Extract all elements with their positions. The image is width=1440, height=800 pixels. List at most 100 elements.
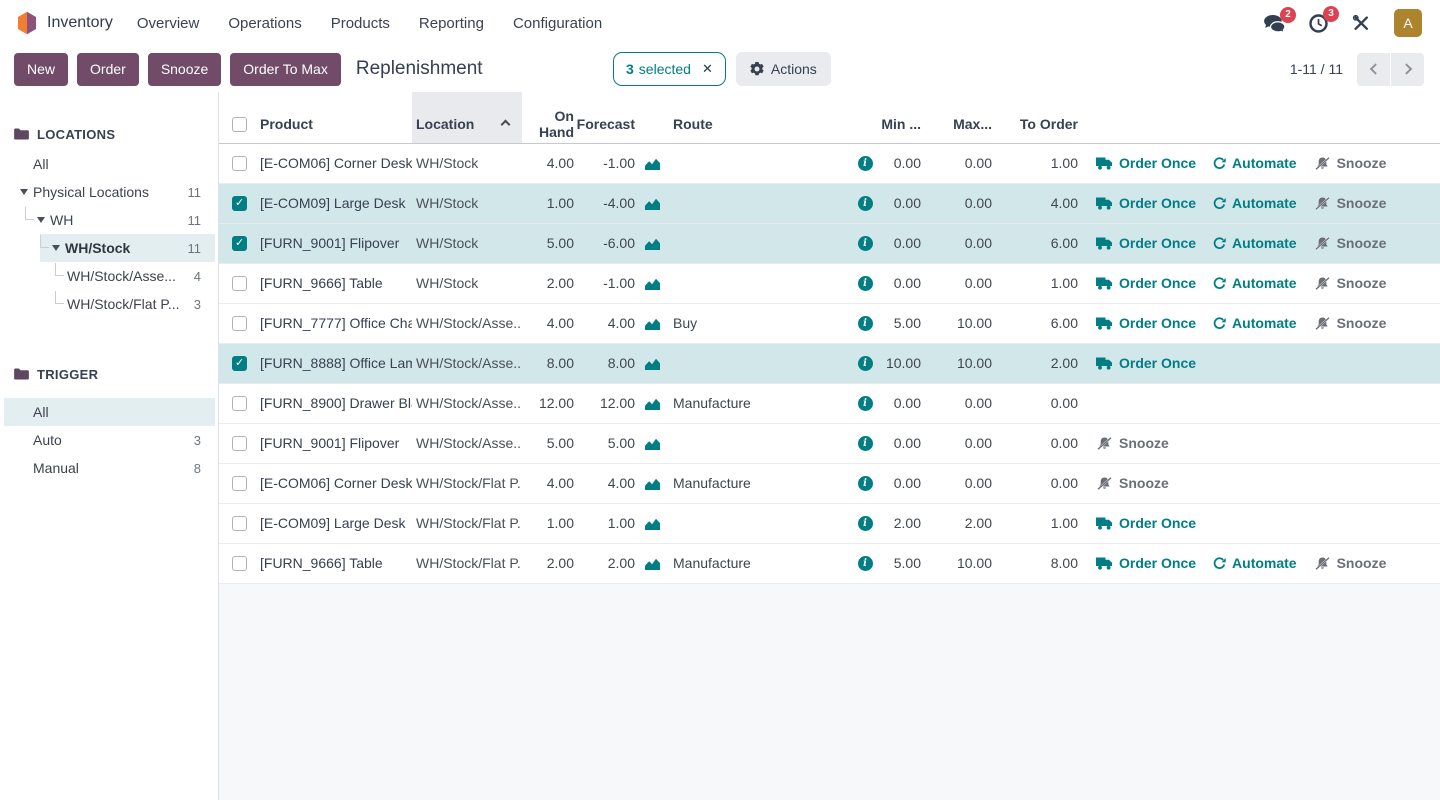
max-quantity-cell[interactable]: 0.00 — [923, 463, 994, 503]
snooze-button[interactable]: Snooze — [1314, 195, 1387, 211]
forecast-chart-icon[interactable] — [645, 518, 660, 530]
info-icon[interactable] — [858, 516, 873, 531]
table-row[interactable]: [FURN_9001] Flipover WH/Stock 5.00 -6.00… — [219, 223, 1440, 263]
snooze-button[interactable]: Snooze — [1314, 275, 1387, 291]
table-row[interactable]: [E-COM06] Corner Desk ... WH/Stock/Flat … — [219, 463, 1440, 503]
min-quantity-cell[interactable]: 5.00 — [880, 543, 923, 583]
clear-selection-button[interactable]: ✕ — [702, 61, 713, 77]
order-once-button[interactable]: Order Once — [1096, 195, 1196, 211]
order-once-button[interactable]: Order Once — [1096, 155, 1196, 171]
automate-button[interactable]: Automate — [1213, 315, 1297, 331]
caret-down-icon[interactable] — [37, 217, 45, 223]
snooze-button[interactable]: Snooze — [1314, 235, 1387, 251]
to-order-cell[interactable]: 1.00 — [994, 263, 1080, 303]
table-row[interactable]: [FURN_7777] Office Chair WH/Stock/Asse..… — [219, 303, 1440, 343]
order-once-button[interactable]: Order Once — [1096, 555, 1196, 571]
info-icon[interactable] — [858, 316, 873, 331]
product-cell[interactable]: [FURN_9666] Table — [255, 543, 412, 583]
column-header-max[interactable]: Max... — [923, 92, 994, 143]
sidebar-tree-item[interactable]: WH/Stock 11 — [40, 234, 215, 262]
to-order-cell[interactable]: 1.00 — [994, 143, 1080, 183]
min-quantity-cell[interactable]: 0.00 — [880, 223, 923, 263]
to-order-cell[interactable]: 4.00 — [994, 183, 1080, 223]
pager-previous-button[interactable] — [1357, 53, 1390, 86]
min-quantity-cell[interactable]: 0.00 — [880, 383, 923, 423]
max-quantity-cell[interactable]: 0.00 — [923, 183, 994, 223]
info-icon[interactable] — [858, 236, 873, 251]
product-cell[interactable]: [FURN_8888] Office Lamp — [255, 343, 412, 383]
forecast-chart-icon[interactable] — [645, 238, 660, 250]
product-cell[interactable]: [FURN_9001] Flipover — [255, 223, 412, 263]
info-icon[interactable] — [858, 356, 873, 371]
info-icon[interactable] — [858, 476, 873, 491]
row-checkbox[interactable] — [232, 556, 247, 571]
nav-menu-item[interactable]: Reporting — [419, 15, 484, 32]
nav-menu-item[interactable]: Configuration — [513, 15, 602, 32]
to-order-cell[interactable]: 6.00 — [994, 303, 1080, 343]
pager-next-button[interactable] — [1391, 53, 1424, 86]
max-quantity-cell[interactable]: 0.00 — [923, 383, 994, 423]
product-cell[interactable]: [E-COM09] Large Desk — [255, 183, 412, 223]
nav-menu-item[interactable]: Operations — [228, 15, 301, 32]
caret-down-icon[interactable] — [52, 245, 60, 251]
order-to-max-button[interactable]: Order To Max — [230, 53, 341, 86]
table-row[interactable]: [FURN_9666] Table WH/Stock 2.00 -1.00 0.… — [219, 263, 1440, 303]
automate-button[interactable]: Automate — [1213, 155, 1297, 171]
row-checkbox[interactable] — [232, 356, 247, 371]
automate-button[interactable]: Automate — [1213, 275, 1297, 291]
sidebar-tree-item[interactable]: Physical Locations 11 — [20, 178, 215, 206]
max-quantity-cell[interactable]: 0.00 — [923, 223, 994, 263]
sidebar-tree-item[interactable]: All — [4, 398, 215, 426]
to-order-cell[interactable]: 1.00 — [994, 503, 1080, 543]
product-cell[interactable]: [E-COM09] Large Desk — [255, 503, 412, 543]
row-checkbox[interactable] — [232, 276, 247, 291]
row-checkbox[interactable] — [232, 316, 247, 331]
table-row[interactable]: [FURN_8888] Office Lamp WH/Stock/Asse...… — [219, 343, 1440, 383]
nav-menu-item[interactable]: Products — [331, 15, 390, 32]
row-checkbox[interactable] — [232, 396, 247, 411]
column-header-on-hand[interactable]: On Hand — [522, 92, 576, 143]
forecast-chart-icon[interactable] — [645, 438, 660, 450]
sidebar-tree-item[interactable]: WH/Stock/Asse... 4 — [55, 262, 215, 290]
activities-button[interactable]: 3 — [1309, 14, 1328, 33]
column-header-min[interactable]: Min ... — [880, 92, 923, 143]
info-icon[interactable] — [858, 276, 873, 291]
to-order-cell[interactable]: 0.00 — [994, 423, 1080, 463]
automate-button[interactable]: Automate — [1213, 555, 1297, 571]
order-once-button[interactable]: Order Once — [1096, 515, 1196, 531]
column-header-forecast[interactable]: Forecast — [576, 92, 637, 143]
to-order-cell[interactable]: 6.00 — [994, 223, 1080, 263]
sidebar-tree-item[interactable]: Manual 8 — [4, 454, 215, 482]
snooze-button[interactable]: Snooze — [1314, 315, 1387, 331]
snooze-button[interactable]: Snooze — [1314, 155, 1387, 171]
product-cell[interactable]: [E-COM06] Corner Desk ... — [255, 143, 412, 183]
min-quantity-cell[interactable]: 0.00 — [880, 423, 923, 463]
forecast-chart-icon[interactable] — [645, 398, 660, 410]
row-checkbox[interactable] — [232, 156, 247, 171]
forecast-chart-icon[interactable] — [645, 558, 660, 570]
forecast-chart-icon[interactable] — [645, 198, 660, 210]
column-header-location[interactable]: Location — [412, 92, 522, 143]
product-cell[interactable]: [FURN_9666] Table — [255, 263, 412, 303]
min-quantity-cell[interactable]: 5.00 — [880, 303, 923, 343]
column-header-product[interactable]: Product — [255, 92, 412, 143]
to-order-cell[interactable]: 8.00 — [994, 543, 1080, 583]
tools-button[interactable] — [1352, 14, 1370, 32]
order-once-button[interactable]: Order Once — [1096, 315, 1196, 331]
caret-down-icon[interactable] — [20, 189, 28, 195]
sidebar-tree-item[interactable]: All — [33, 150, 215, 178]
order-once-button[interactable]: Order Once — [1096, 275, 1196, 291]
max-quantity-cell[interactable]: 0.00 — [923, 143, 994, 183]
actions-button[interactable]: Actions — [736, 52, 831, 86]
table-row[interactable]: [FURN_9666] Table WH/Stock/Flat P... 2.0… — [219, 543, 1440, 583]
forecast-chart-icon[interactable] — [645, 358, 660, 370]
snooze-button[interactable]: Snooze — [1096, 475, 1169, 491]
table-row[interactable]: [FURN_8900] Drawer Black WH/Stock/Asse..… — [219, 383, 1440, 423]
order-once-button[interactable]: Order Once — [1096, 235, 1196, 251]
avatar[interactable]: A — [1394, 9, 1422, 37]
forecast-chart-icon[interactable] — [645, 478, 660, 490]
max-quantity-cell[interactable]: 10.00 — [923, 543, 994, 583]
sidebar-tree-item[interactable]: WH/Stock/Flat P... 3 — [55, 290, 215, 318]
table-row[interactable]: [E-COM06] Corner Desk ... WH/Stock 4.00 … — [219, 143, 1440, 183]
max-quantity-cell[interactable]: 10.00 — [923, 343, 994, 383]
